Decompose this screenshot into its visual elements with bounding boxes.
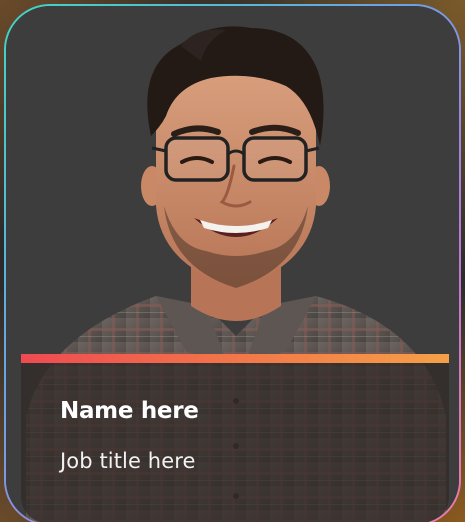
stage: Name here Job title here xyxy=(0,0,465,522)
name-plate: Name here Job title here xyxy=(21,363,449,522)
profile-card: Name here Job title here xyxy=(6,6,459,522)
profile-job-title: Job title here xyxy=(60,449,196,473)
profile-card-border: Name here Job title here xyxy=(4,4,461,522)
accent-bar xyxy=(21,354,449,363)
profile-name: Name here xyxy=(60,398,199,424)
